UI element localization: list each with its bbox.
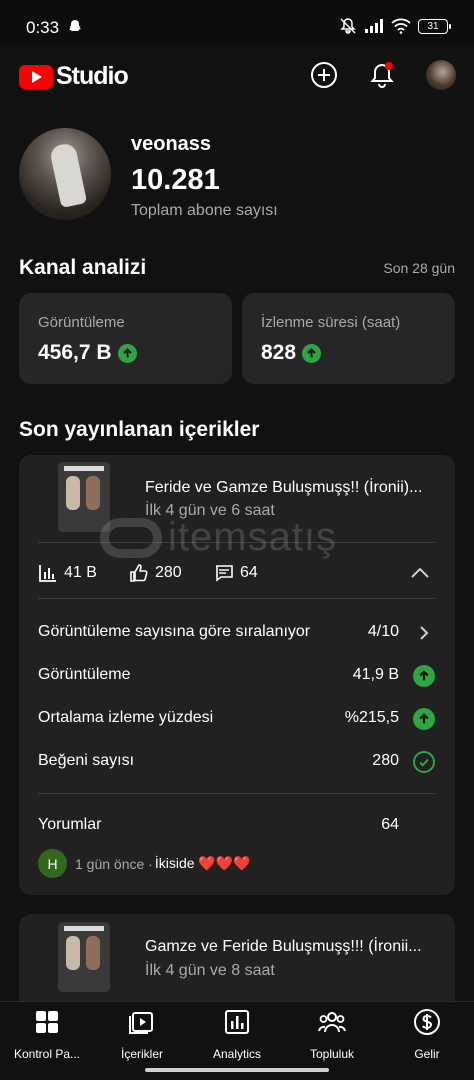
watch-time-label: İzlenme süresi (saat) xyxy=(261,314,401,331)
video-comments-value: 64 xyxy=(240,564,258,581)
content-icon xyxy=(129,1012,153,1034)
trend-up-icon xyxy=(413,708,435,730)
commenter-avatar: H xyxy=(38,849,67,878)
dashboard-icon xyxy=(36,1011,58,1033)
nav-content[interactable]: İçerikler xyxy=(95,1008,189,1061)
video-likes-metric: 280 xyxy=(129,563,182,583)
comment-text: İkiside ❤️❤️❤️ xyxy=(154,855,251,871)
watch-time-card[interactable]: İzlenme süresi (saat) 828 xyxy=(242,293,455,384)
account-avatar[interactable] xyxy=(426,60,456,90)
comments-row[interactable]: Yorumlar 64 xyxy=(38,816,435,840)
metric-row-avg-view: Ortalama izleme yüzdesi %215,5 xyxy=(38,708,435,733)
ranking-label: Görüntüleme sayısına göre sıralanıyor xyxy=(38,623,311,640)
channel-name: veonass xyxy=(131,133,212,155)
chevron-up-icon[interactable] xyxy=(409,563,431,583)
trend-up-icon xyxy=(413,665,435,687)
video-comments-metric: 64 xyxy=(214,563,258,583)
mute-icon xyxy=(340,18,356,34)
divider xyxy=(38,598,435,599)
battery-level: 31 xyxy=(427,20,439,32)
chevron-right-icon xyxy=(420,626,429,640)
video-title[interactable]: Feride ve Gamze Buluşmuşş!! (İronii)... xyxy=(145,479,422,497)
home-indicator[interactable] xyxy=(145,1068,329,1072)
metric-value: 41,9 B xyxy=(352,666,399,683)
snapchat-icon xyxy=(69,20,81,31)
nav-label: Topluluk xyxy=(309,1047,355,1061)
youtube-play-icon xyxy=(19,64,53,89)
subscriber-label: Toplam abone sayısı xyxy=(131,202,278,219)
divider xyxy=(38,793,435,794)
trend-up-icon xyxy=(117,343,137,363)
thumbs-up-icon xyxy=(130,564,148,582)
status-icons: 31 xyxy=(339,17,451,35)
views-value: 456,7 B xyxy=(38,341,112,364)
views-card[interactable]: Görüntüleme 456,7 B xyxy=(19,293,232,384)
metric-row-views: Görüntüleme 41,9 B xyxy=(38,665,435,690)
nav-analytics[interactable]: Analytics xyxy=(190,1008,284,1061)
nav-label: Gelir xyxy=(414,1047,440,1061)
community-icon xyxy=(318,1012,346,1033)
battery-icon: 31 xyxy=(418,18,451,34)
recent-content-title: Son yayınlanan içerikler xyxy=(19,418,260,441)
analytics-period[interactable]: Son 28 gün xyxy=(383,260,455,276)
comments-label: Yorumlar xyxy=(38,816,102,833)
channel-analytics-title: Kanal analizi xyxy=(19,256,147,279)
video-thumbnail[interactable] xyxy=(58,462,110,532)
metric-label: Ortalama izleme yüzdesi xyxy=(38,709,214,726)
video-likes-value: 280 xyxy=(155,564,182,581)
wifi-icon xyxy=(391,18,411,34)
youtube-studio-logo[interactable]: Studio xyxy=(19,62,129,91)
latest-comment[interactable]: H 1 gün önce · İkiside ❤️❤️❤️ xyxy=(38,849,251,878)
comment-time: 1 gün önce · xyxy=(75,855,153,872)
subscriber-count: 10.281 xyxy=(131,164,220,196)
divider xyxy=(38,542,435,543)
nav-label: Kontrol Pa... xyxy=(13,1047,81,1061)
analytics-icon xyxy=(225,1010,249,1034)
nav-earn[interactable]: Gelir xyxy=(380,1008,474,1061)
video-age: İlk 4 gün ve 8 saat xyxy=(145,962,275,979)
signal-icon xyxy=(365,19,383,33)
channel-avatar[interactable] xyxy=(19,128,111,220)
watch-time-value: 828 xyxy=(261,341,297,364)
nav-label: Analytics xyxy=(212,1047,262,1061)
metric-label: Beğeni sayısı xyxy=(38,752,135,769)
video-thumbnail[interactable] xyxy=(58,922,110,992)
video-views-metric: 41 B xyxy=(38,563,97,583)
status-time: 0:33 xyxy=(26,18,60,37)
views-label: Görüntüleme xyxy=(38,314,125,331)
status-bar: 0:33 31 xyxy=(0,0,474,46)
video-card: Feride ve Gamze Buluşmuşş!! (İronii)... … xyxy=(19,455,455,895)
notifications-bell-icon[interactable] xyxy=(367,60,397,90)
metric-value: 280 xyxy=(372,752,399,769)
nav-community[interactable]: Topluluk xyxy=(285,1008,379,1061)
video-age: İlk 4 gün ve 6 saat xyxy=(145,502,275,519)
nav-dashboard[interactable]: Kontrol Pa... xyxy=(0,1008,94,1061)
views-value-row: 456,7 B xyxy=(38,341,137,365)
metric-row-likes: Beğeni sayısı 280 xyxy=(38,751,435,776)
app-header: Studio xyxy=(0,46,474,106)
watch-time-value-row: 828 xyxy=(261,341,322,365)
metric-value: %215,5 xyxy=(344,709,399,726)
video-views-value: 41 B xyxy=(64,564,97,581)
bar-chart-icon xyxy=(39,565,56,582)
check-circle-icon xyxy=(413,751,435,773)
ranking-row[interactable]: Görüntüleme sayısına göre sıralanıyor 4/… xyxy=(38,623,435,647)
logo-text: Studio xyxy=(56,62,129,90)
video-title[interactable]: Gamze ve Feride Buluşmuşş!!! (İronii... xyxy=(145,938,422,956)
trend-up-icon xyxy=(302,343,322,363)
comments-count: 64 xyxy=(381,816,399,833)
metric-label: Görüntüleme xyxy=(38,666,131,683)
comment-icon xyxy=(216,565,233,582)
ranking-value: 4/10 xyxy=(367,623,399,640)
nav-label: İçerikler xyxy=(120,1047,163,1061)
earn-icon xyxy=(414,1009,440,1035)
create-plus-icon[interactable] xyxy=(309,60,339,90)
